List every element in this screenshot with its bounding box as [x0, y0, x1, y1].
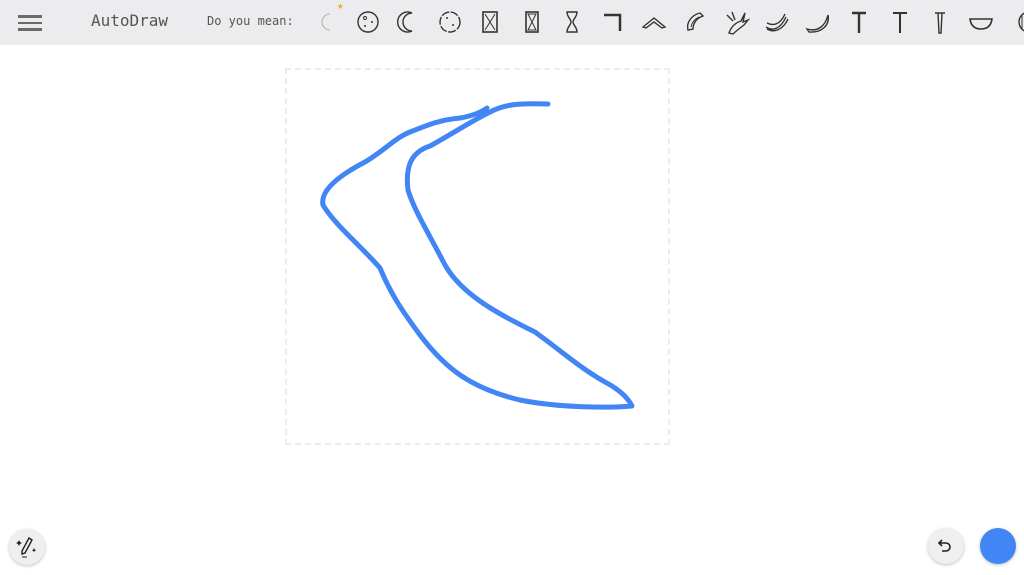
- user-drawing-stroke: [320, 101, 635, 410]
- autodraw-tool-button[interactable]: [9, 529, 45, 565]
- undo-icon: [937, 539, 951, 552]
- color-picker-button[interactable]: [980, 528, 1016, 564]
- magic-pencil-icon: [16, 536, 37, 558]
- undo-button[interactable]: [928, 528, 964, 564]
